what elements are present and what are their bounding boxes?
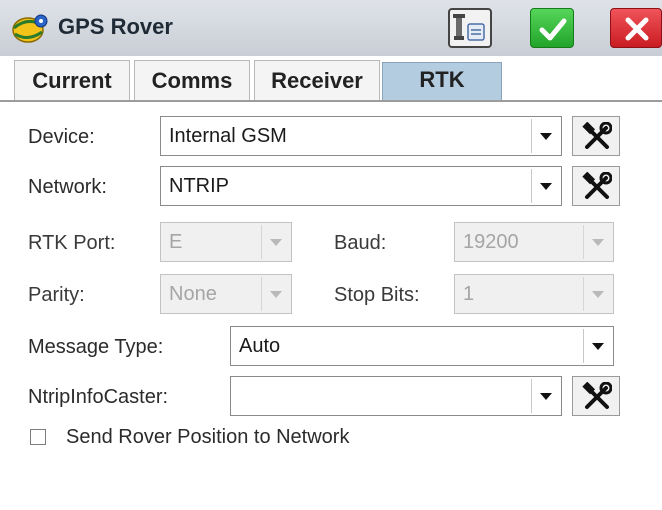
close-icon (625, 17, 649, 41)
parity-label: Parity: (28, 284, 85, 306)
ntrip-info-caster-label: NtripInfoCaster: (28, 386, 169, 408)
tab-receiver[interactable]: Receiver (254, 60, 380, 100)
baud-label: Baud: (334, 232, 387, 254)
title-bar: GPS Rover (0, 0, 662, 56)
tab-current[interactable]: Current (14, 60, 130, 100)
window-title: GPS Rover (58, 14, 173, 39)
parity-value: None (169, 283, 217, 305)
chevron-down-icon[interactable] (531, 119, 559, 153)
baud-value: 19200 (463, 231, 519, 253)
rtk-port-label: RTK Port: (28, 232, 116, 254)
receiver-settings-button[interactable] (448, 8, 492, 48)
network-config-button[interactable] (572, 166, 620, 206)
network-select[interactable]: NTRIP (160, 166, 562, 206)
tools-icon (582, 382, 612, 409)
parity-select[interactable]: None (160, 274, 292, 314)
gps-rover-logo (12, 14, 48, 43)
ntrip-info-caster-select[interactable] (230, 376, 562, 416)
baud-select[interactable]: 19200 (454, 222, 614, 262)
tools-icon (582, 172, 612, 199)
device-label: Device: (28, 126, 95, 148)
tools-icon (582, 122, 612, 149)
stop-bits-value: 1 (463, 283, 475, 305)
network-label: Network: (28, 176, 107, 198)
device-config-button[interactable] (572, 116, 620, 156)
ok-button[interactable] (530, 8, 574, 48)
ntrip-config-button[interactable] (572, 376, 620, 416)
send-rover-position-checkbox[interactable] (30, 429, 46, 445)
send-rover-position-label[interactable]: Send Rover Position to Network (66, 426, 349, 449)
chevron-down-icon[interactable] (261, 277, 289, 311)
tab-rtk[interactable]: RTK (382, 62, 502, 100)
message-type-value: Auto (239, 335, 281, 357)
stop-bits-select[interactable]: 1 (454, 274, 614, 314)
rtk-port-value: E (169, 231, 183, 253)
rtk-port-select[interactable]: E (160, 222, 292, 262)
chevron-down-icon[interactable] (583, 329, 611, 363)
tab-comms[interactable]: Comms (134, 60, 250, 100)
tab-bar: Current Comms Receiver RTK (0, 58, 662, 102)
stop-bits-label: Stop Bits: (334, 284, 420, 306)
chevron-down-icon[interactable] (583, 225, 611, 259)
chevron-down-icon[interactable] (531, 379, 559, 413)
message-type-label: Message Type: (28, 336, 164, 358)
checkmark-icon (539, 18, 567, 41)
cancel-button[interactable] (610, 8, 662, 48)
device-select[interactable]: Internal GSM (160, 116, 562, 156)
message-type-select[interactable]: Auto (230, 326, 614, 366)
chevron-down-icon[interactable] (583, 277, 611, 311)
chevron-down-icon[interactable] (531, 169, 559, 203)
chevron-down-icon[interactable] (261, 225, 289, 259)
network-value: NTRIP (169, 175, 229, 197)
device-value: Internal GSM (169, 125, 287, 147)
receiver-settings-icon (453, 14, 485, 41)
